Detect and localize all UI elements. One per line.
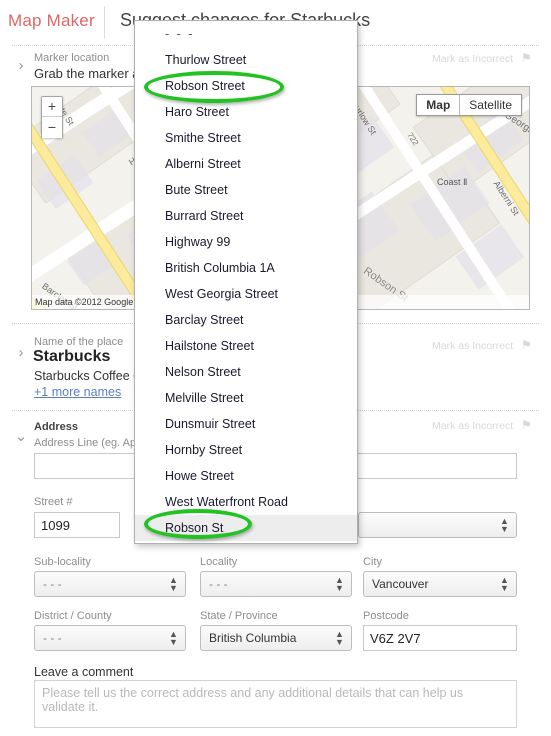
street-option-11[interactable]: Barclay Street bbox=[135, 307, 357, 333]
postcode-input[interactable] bbox=[363, 625, 517, 651]
flag-icon[interactable]: ⚑ bbox=[521, 338, 532, 352]
map-zoom-control[interactable]: + − bbox=[41, 96, 63, 138]
street-option-15[interactable]: Dunsmuir Street bbox=[135, 411, 357, 437]
locality-label: Locality bbox=[200, 556, 238, 568]
street-option-18[interactable]: West Waterfront Road bbox=[135, 489, 357, 515]
place-name-expand-chevron[interactable]: › bbox=[12, 344, 30, 362]
street-option-17[interactable]: Howe Street bbox=[135, 463, 357, 489]
street-option-6[interactable]: Bute Street bbox=[135, 177, 357, 203]
street-option-9[interactable]: British Columbia 1A bbox=[135, 255, 357, 281]
address-collapse-chevron[interactable]: ⌄ bbox=[12, 428, 30, 446]
district-value: - - - bbox=[43, 631, 62, 645]
city-select[interactable]: Vancouver ▲ ▼ bbox=[363, 571, 517, 597]
locality-select[interactable]: - - - ▲ ▼ bbox=[200, 571, 352, 597]
place-name-mark-incorrect[interactable]: Mark as Incorrect bbox=[432, 340, 513, 352]
locality-value: - - - bbox=[209, 577, 228, 591]
map-attribution-text: Map data ©2012 Google - bbox=[35, 297, 142, 307]
marker-location-mark-incorrect[interactable]: Mark as Incorrect bbox=[432, 53, 513, 65]
street-option-4[interactable]: Smithe Street bbox=[135, 125, 357, 151]
map-type-satellite-button[interactable]: Satellite bbox=[460, 95, 521, 115]
street-option-14[interactable]: Melville Street bbox=[135, 385, 357, 411]
map-type-control[interactable]: Map Satellite bbox=[416, 94, 522, 116]
place-name-label: Name of the place bbox=[34, 336, 124, 348]
flag-icon[interactable]: ⚑ bbox=[521, 51, 532, 65]
street-option-5[interactable]: Alberni Street bbox=[135, 151, 357, 177]
chevron-updown-icon: ▲ ▼ bbox=[169, 629, 178, 647]
chevron-updown-icon: ▲ ▼ bbox=[335, 629, 344, 647]
street-option-7[interactable]: Burrard Street bbox=[135, 203, 357, 229]
state-select[interactable]: British Columbia ▲ ▼ bbox=[200, 625, 352, 651]
comment-label: Leave a comment bbox=[34, 665, 134, 679]
more-names-link[interactable]: +1 more names bbox=[34, 385, 121, 399]
app-brand-logo[interactable]: Map Maker bbox=[8, 11, 95, 31]
flag-icon[interactable]: ⚑ bbox=[521, 418, 532, 432]
map-poi-coast: Coast Ⅱ bbox=[437, 177, 468, 187]
city-label: City bbox=[363, 556, 382, 568]
city-value: Vancouver bbox=[372, 577, 429, 591]
map-zoom-in-button[interactable]: + bbox=[42, 97, 62, 117]
street-number-label: Street # bbox=[34, 496, 73, 508]
sub-locality-select[interactable]: - - - ▲ ▼ bbox=[34, 571, 186, 597]
street-option-2[interactable]: Robson Street bbox=[135, 73, 357, 99]
district-select[interactable]: - - - ▲ ▼ bbox=[34, 625, 186, 651]
street-name-dropdown-list[interactable]: - - - Thurlow Street Robson Street Haro Str… bbox=[134, 20, 358, 544]
map-maker-page: Map Maker Suggest changes for Starbucks … bbox=[0, 0, 551, 736]
street-option-0[interactable]: - - - bbox=[135, 21, 357, 47]
postcode-label: Postcode bbox=[363, 610, 409, 622]
marker-location-label: Marker location bbox=[34, 52, 110, 64]
sub-locality-value: - - - bbox=[43, 577, 62, 591]
address-section-title: Address bbox=[34, 421, 79, 433]
street-option-13[interactable]: Nelson Street bbox=[135, 359, 357, 385]
address-mark-incorrect[interactable]: Mark as Incorrect bbox=[432, 420, 513, 432]
chevron-updown-icon: ▲ ▼ bbox=[500, 516, 509, 534]
district-label: District / County bbox=[34, 610, 112, 622]
chevron-updown-icon: ▲ ▼ bbox=[335, 575, 344, 593]
map-zoom-out-button[interactable]: − bbox=[42, 118, 62, 138]
chevron-updown-icon: ▲ ▼ bbox=[169, 575, 178, 593]
sub-locality-label: Sub-locality bbox=[34, 556, 91, 568]
place-name-value: Starbucks bbox=[33, 348, 111, 365]
street-option-8[interactable]: Highway 99 bbox=[135, 229, 357, 255]
street-option-3[interactable]: Haro Street bbox=[135, 99, 357, 125]
street-option-16[interactable]: Hornby Street bbox=[135, 437, 357, 463]
state-value: British Columbia bbox=[209, 631, 297, 645]
street-number-input[interactable] bbox=[34, 512, 120, 538]
street-option-10[interactable]: West Georgia Street bbox=[135, 281, 357, 307]
street-option-1[interactable]: Thurlow Street bbox=[135, 47, 357, 73]
map-type-map-button[interactable]: Map bbox=[417, 95, 460, 115]
street-option-19[interactable]: Robson St bbox=[135, 515, 357, 541]
street-name-select[interactable]: ▲ ▼ bbox=[358, 512, 517, 538]
street-option-12[interactable]: Hailstone Street bbox=[135, 333, 357, 359]
chevron-updown-icon: ▲ ▼ bbox=[500, 575, 509, 593]
street-name-dropdown-items: - - - Thurlow Street Robson Street Haro Str… bbox=[135, 21, 357, 541]
header-divider bbox=[104, 6, 105, 38]
marker-location-expand-chevron[interactable]: › bbox=[12, 57, 30, 75]
comment-textarea[interactable] bbox=[34, 680, 517, 728]
state-label: State / Province bbox=[200, 610, 278, 622]
